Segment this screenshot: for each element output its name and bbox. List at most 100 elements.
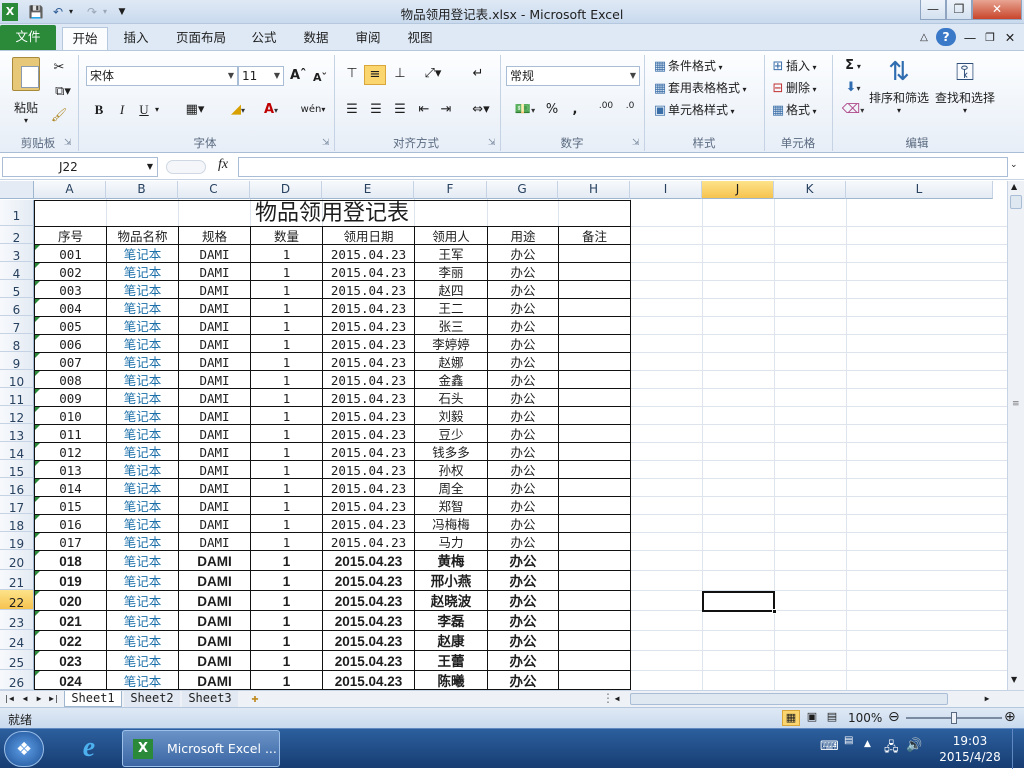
keyboard-icon[interactable]: ⌨ <box>820 739 839 754</box>
table-cell-qty[interactable]: 1 <box>251 515 322 532</box>
table-cell-use[interactable]: 办公 <box>488 317 558 334</box>
table-cell-person[interactable]: 李磊 <box>415 611 487 630</box>
sheet-title[interactable]: 物品领用登记表 <box>34 200 630 226</box>
row-header-7[interactable]: 7 <box>0 316 34 335</box>
scroll-up-icon[interactable]: ▲ <box>1011 182 1017 191</box>
vertical-scrollbar[interactable]: ▲ ≡ ▼ <box>1007 181 1024 690</box>
table-cell-date[interactable]: 2015.04.23 <box>323 497 414 514</box>
table-cell-date[interactable]: 2015.04.23 <box>323 407 414 424</box>
workbook-minimize-icon[interactable]: — <box>962 27 978 50</box>
column-header-l[interactable]: L <box>846 181 993 199</box>
next-sheet-icon[interactable]: ▶ <box>34 691 44 707</box>
alignment-dialog-launcher-icon[interactable]: ⇲ <box>488 138 496 148</box>
table-cell-qty[interactable]: 1 <box>251 299 322 316</box>
row-header-25[interactable]: 25 <box>0 650 34 670</box>
cell-styles-button[interactable]: ▣ 单元格样式 ▾ <box>652 101 735 121</box>
table-cell-item[interactable]: 笔记本 <box>107 299 178 316</box>
sheet-tab-sheet3[interactable]: Sheet3 <box>182 691 238 707</box>
table-cell-person[interactable]: 陈曦 <box>415 671 487 690</box>
row-header-23[interactable]: 23 <box>0 610 34 630</box>
table-cell-item[interactable]: 笔记本 <box>107 263 178 280</box>
scroll-left-icon[interactable]: ◀ <box>612 691 622 707</box>
table-cell-use[interactable]: 办公 <box>488 353 558 370</box>
page-break-view-icon[interactable]: ▤ <box>824 710 840 723</box>
volume-icon[interactable]: 🔊 <box>906 738 922 753</box>
table-cell-person[interactable]: 赵康 <box>415 631 487 650</box>
row-header-11[interactable]: 11 <box>0 388 34 407</box>
minimize-button[interactable]: — <box>920 0 946 20</box>
table-cell-date[interactable]: 2015.04.23 <box>323 631 414 650</box>
table-cell-seq[interactable]: 010 <box>35 407 106 424</box>
fill-color-icon[interactable]: ◢▾ <box>222 101 254 120</box>
merge-center-icon[interactable]: ⇔▾ <box>466 101 496 119</box>
row-header-24[interactable]: 24 <box>0 630 34 650</box>
row-header-22[interactable]: 22 <box>0 590 34 610</box>
cut-icon[interactable]: ✂ <box>50 59 68 77</box>
table-cell-item[interactable]: 笔记本 <box>107 611 178 630</box>
table-cell-use[interactable]: 办公 <box>488 425 558 442</box>
table-cell-use[interactable]: 办公 <box>488 533 558 550</box>
table-cell-date[interactable]: 2015.04.23 <box>323 245 414 262</box>
table-cell-person[interactable]: 赵晓波 <box>415 591 487 610</box>
table-cell-qty[interactable]: 1 <box>251 425 322 442</box>
table-cell-seq[interactable]: 022 <box>35 631 106 650</box>
table-cell-seq[interactable]: 015 <box>35 497 106 514</box>
table-cell-item[interactable]: 笔记本 <box>107 515 178 532</box>
table-cell-use[interactable]: 办公 <box>488 299 558 316</box>
minimize-ribbon-icon[interactable]: △ <box>916 27 932 50</box>
table-cell-person[interactable]: 刘毅 <box>415 407 487 424</box>
orientation-icon[interactable]: ⤢▾ <box>418 65 448 83</box>
column-header-i[interactable]: I <box>630 181 702 199</box>
table-cell-qty[interactable]: 1 <box>251 371 322 388</box>
accounting-format-icon[interactable]: 💵▾ <box>510 101 540 120</box>
find-select-button[interactable]: ⚿ 查找和选择 ▾ <box>934 55 996 115</box>
table-cell-seq[interactable]: 014 <box>35 479 106 496</box>
row-header-2[interactable]: 2 <box>0 226 34 245</box>
tab-split-handle[interactable]: ⋮ <box>602 691 614 707</box>
table-cell-qty[interactable]: 1 <box>251 353 322 370</box>
header-cell-6[interactable]: 领用人 <box>415 227 487 244</box>
table-cell-spec[interactable]: DAMI <box>179 299 250 316</box>
table-cell-person[interactable]: 钱多多 <box>415 443 487 460</box>
conditional-formatting-button[interactable]: ▦ 条件格式 ▾ <box>652 57 723 77</box>
table-cell-use[interactable]: 办公 <box>488 497 558 514</box>
align-bottom-icon[interactable]: ⊥ <box>390 65 410 83</box>
row-header-21[interactable]: 21 <box>0 570 34 590</box>
column-header-e[interactable]: E <box>322 181 414 199</box>
table-cell-item[interactable]: 笔记本 <box>107 353 178 370</box>
percent-style-button[interactable]: % <box>544 101 560 119</box>
phonetic-guide-button[interactable]: wén▾ <box>298 101 328 119</box>
align-middle-icon[interactable]: ≡ <box>364 65 386 85</box>
delete-cells-button[interactable]: ⊟ 删除 ▾ <box>770 79 817 99</box>
table-cell-person[interactable]: 豆少 <box>415 425 487 442</box>
clipboard-dialog-launcher-icon[interactable]: ⇲ <box>64 138 72 148</box>
table-cell-seq[interactable]: 006 <box>35 335 106 352</box>
table-cell-person[interactable]: 马力 <box>415 533 487 550</box>
number-dialog-launcher-icon[interactable]: ⇲ <box>632 138 640 148</box>
zoom-slider-thumb[interactable] <box>951 712 957 724</box>
insert-cells-button[interactable]: ⊞ 插入 ▾ <box>770 57 817 77</box>
insert-sheet-icon[interactable]: ✚ <box>244 691 266 707</box>
tab-formulas[interactable]: 公式 <box>244 27 284 50</box>
table-cell-date[interactable]: 2015.04.23 <box>323 443 414 460</box>
table-cell-seq[interactable]: 017 <box>35 533 106 550</box>
table-cell-item[interactable]: 笔记本 <box>107 443 178 460</box>
row-header-14[interactable]: 14 <box>0 442 34 461</box>
table-cell-person[interactable]: 赵娜 <box>415 353 487 370</box>
table-cell-use[interactable]: 办公 <box>488 281 558 298</box>
font-dialog-launcher-icon[interactable]: ⇲ <box>322 138 330 148</box>
row-header-4[interactable]: 4 <box>0 262 34 281</box>
align-left-icon[interactable]: ☰ <box>342 101 362 119</box>
table-cell-spec[interactable]: DAMI <box>179 317 250 334</box>
page-layout-view-icon[interactable]: ▣ <box>804 710 820 723</box>
taskbar-clock[interactable]: 19:03 2015/4/28 <box>930 733 1010 765</box>
align-top-icon[interactable]: ⊤ <box>342 65 362 83</box>
table-cell-spec[interactable]: DAMI <box>179 631 250 650</box>
row-header-9[interactable]: 9 <box>0 352 34 371</box>
table-cell-item[interactable]: 笔记本 <box>107 317 178 334</box>
table-cell-use[interactable]: 办公 <box>488 551 558 570</box>
table-cell-person[interactable]: 金鑫 <box>415 371 487 388</box>
row-header-1[interactable]: 1 <box>0 200 34 226</box>
fill-handle[interactable] <box>772 609 777 614</box>
increase-decimal-button[interactable]: .00 <box>596 101 616 111</box>
